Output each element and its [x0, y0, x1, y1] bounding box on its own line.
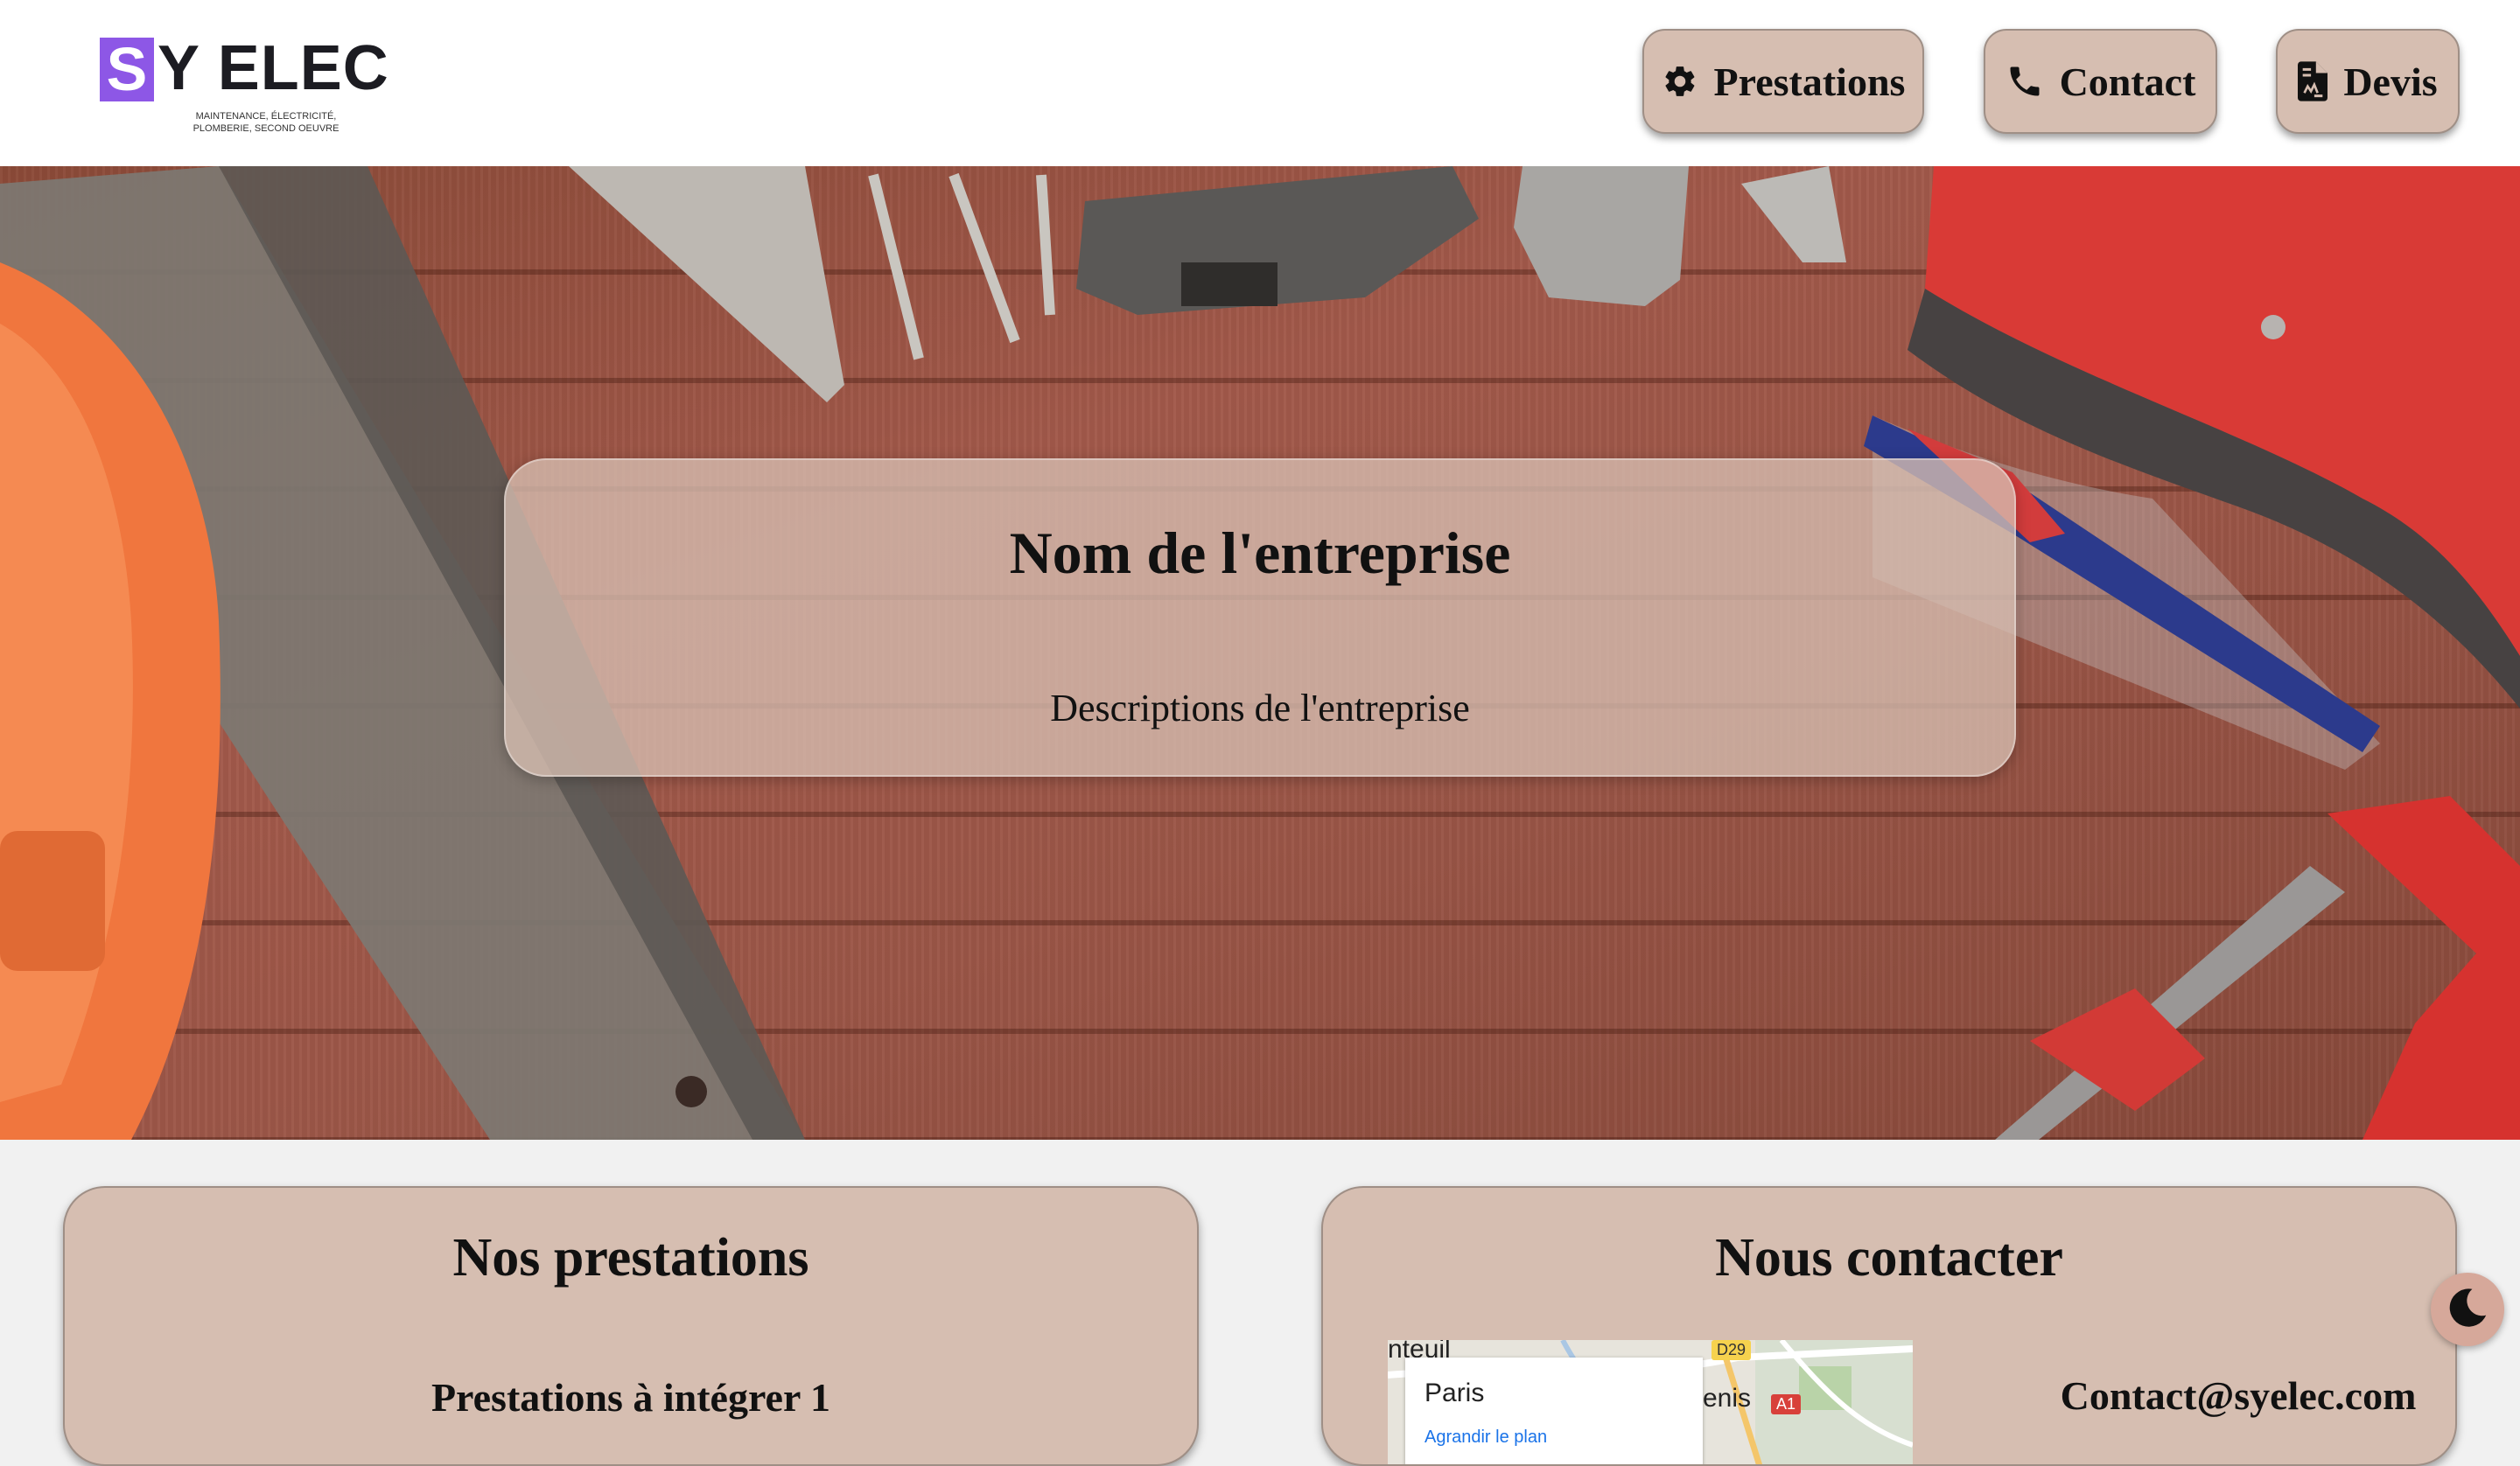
hero-banner: Nom de l'entreprise Descriptions de l'en… [0, 166, 2520, 1140]
logo-tagline: Maintenance, électricité, plomberie, sec… [170, 110, 362, 135]
theme-toggle-button[interactable] [2431, 1273, 2504, 1346]
logo-tagline-line2: plomberie, second oeuvre [192, 123, 340, 134]
nav-prestations-label: Prestations [1713, 59, 1906, 104]
nav-devis-button[interactable]: Devis [2276, 29, 2460, 134]
logo-tagline-line1: Maintenance, électricité, [195, 111, 337, 122]
road-badge: D29 [1712, 1340, 1752, 1360]
contact-email[interactable]: Contact@syelec.com [2046, 1372, 2431, 1421]
services-card: Nos prestations Prestations à intégrer 1 [63, 1186, 1199, 1466]
site-header: S Y ELEC Maintenance, électricité, plomb… [0, 0, 2520, 166]
location-map[interactable]: nteuil enis D29 A1 Paris Agrandir le pla… [1388, 1340, 1913, 1464]
company-description: Descriptions de l'entreprise [1050, 687, 1470, 730]
logo-letter: S [100, 38, 154, 101]
map-enlarge-link[interactable]: Agrandir le plan [1424, 1428, 1547, 1448]
moon-icon [2445, 1285, 2490, 1335]
contact-title: Nous contacter [1715, 1228, 2063, 1288]
file-invoice-icon [2298, 61, 2328, 101]
map-place-label: enis [1703, 1384, 1752, 1413]
map-info-popup: Paris Agrandir le plan [1405, 1358, 1703, 1464]
contact-card: Nous contacter nteuil enis D29 A1 Paris … [1321, 1186, 2457, 1466]
nav-prestations-button[interactable]: Prestations [1642, 29, 1924, 134]
company-name: Nom de l'entreprise [1009, 520, 1511, 586]
nav-contact-button[interactable]: Contact [1984, 29, 2217, 134]
service-item: Prestations à intégrer 1 [430, 1375, 831, 1420]
nav-contact-label: Contact [2059, 59, 2196, 104]
road-badge: A1 [1771, 1394, 1802, 1414]
hero-card: Nom de l'entreprise Descriptions de l'en… [504, 458, 2016, 777]
gear-icon [1662, 63, 1698, 100]
map-popup-title: Paris [1424, 1379, 1485, 1407]
phone-icon [2006, 62, 2044, 101]
nav-devis-label: Devis [2343, 59, 2438, 104]
services-title: Nos prestations [452, 1228, 809, 1288]
logo-wordmark: Y ELEC [158, 33, 389, 103]
site-logo[interactable]: S Y ELEC Maintenance, électricité, plomb… [100, 33, 388, 140]
